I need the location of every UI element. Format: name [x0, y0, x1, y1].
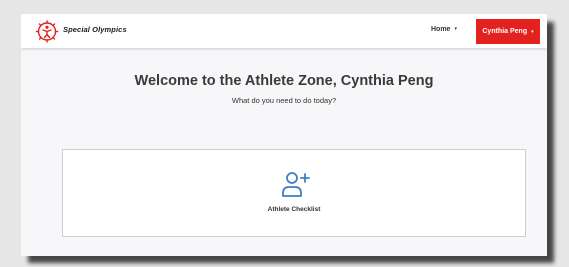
- user-menu-button[interactable]: Cynthia Peng ▾: [476, 19, 540, 44]
- brand-name[interactable]: Special Olympics: [63, 25, 127, 34]
- app-window: Special Olympics Home ▾ Cynthia Peng ▾ Wel…: [21, 14, 547, 256]
- athlete-checklist-card[interactable]: Athlete Checklist: [62, 149, 526, 237]
- card-label: Athlete Checklist: [267, 206, 321, 213]
- page-subtitle: What do you need to do today?: [231, 96, 337, 105]
- special-olympics-logo-icon[interactable]: [34, 19, 60, 44]
- top-navbar: Special Olympics Home ▾ Cynthia Peng ▾: [21, 14, 547, 48]
- add-user-icon: [282, 172, 310, 197]
- chevron-down-icon: ▾: [531, 28, 534, 35]
- page-title: Welcome to the Athlete Zone, Cynthia Pen…: [134, 73, 434, 89]
- user-menu-label: Cynthia Peng: [482, 28, 528, 35]
- home-menu-label: Home: [431, 26, 451, 33]
- chevron-down-icon: ▾: [454, 26, 457, 32]
- home-menu[interactable]: Home ▾: [431, 26, 457, 33]
